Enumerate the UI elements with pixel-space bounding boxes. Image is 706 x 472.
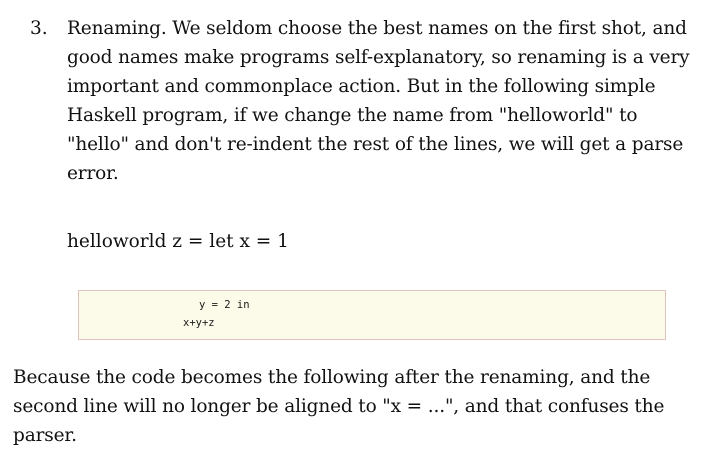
body-paragraph: Because the code becomes the following a… xyxy=(13,363,693,450)
paragraph-line: Haskell program, if we change the name f… xyxy=(67,105,638,126)
paragraph-line: second line will no longer be aligned to… xyxy=(13,396,665,417)
list-item-number: 3. xyxy=(30,18,48,39)
paragraph-line: Renaming. We seldom choose the best name… xyxy=(67,18,687,39)
code-block: y = 2 in x+y+z xyxy=(78,290,666,340)
paragraph-line: "hello" and don't re-indent the rest of … xyxy=(67,134,684,155)
paragraph-line: good names make programs self-explanator… xyxy=(67,47,690,68)
code-line: y = 2 in xyxy=(199,299,250,311)
paragraph-line: Because the code becomes the following a… xyxy=(13,367,651,388)
paragraph-line: parser. xyxy=(13,425,77,446)
list-item-paragraph: Renaming. We seldom choose the best name… xyxy=(67,14,690,188)
paragraph-line: important and commonplace action. But in… xyxy=(67,76,656,97)
paragraph-line: error. xyxy=(67,163,119,184)
code-line: x+y+z xyxy=(183,317,215,329)
inline-code-text: helloworld z = let x = 1 xyxy=(67,231,289,252)
